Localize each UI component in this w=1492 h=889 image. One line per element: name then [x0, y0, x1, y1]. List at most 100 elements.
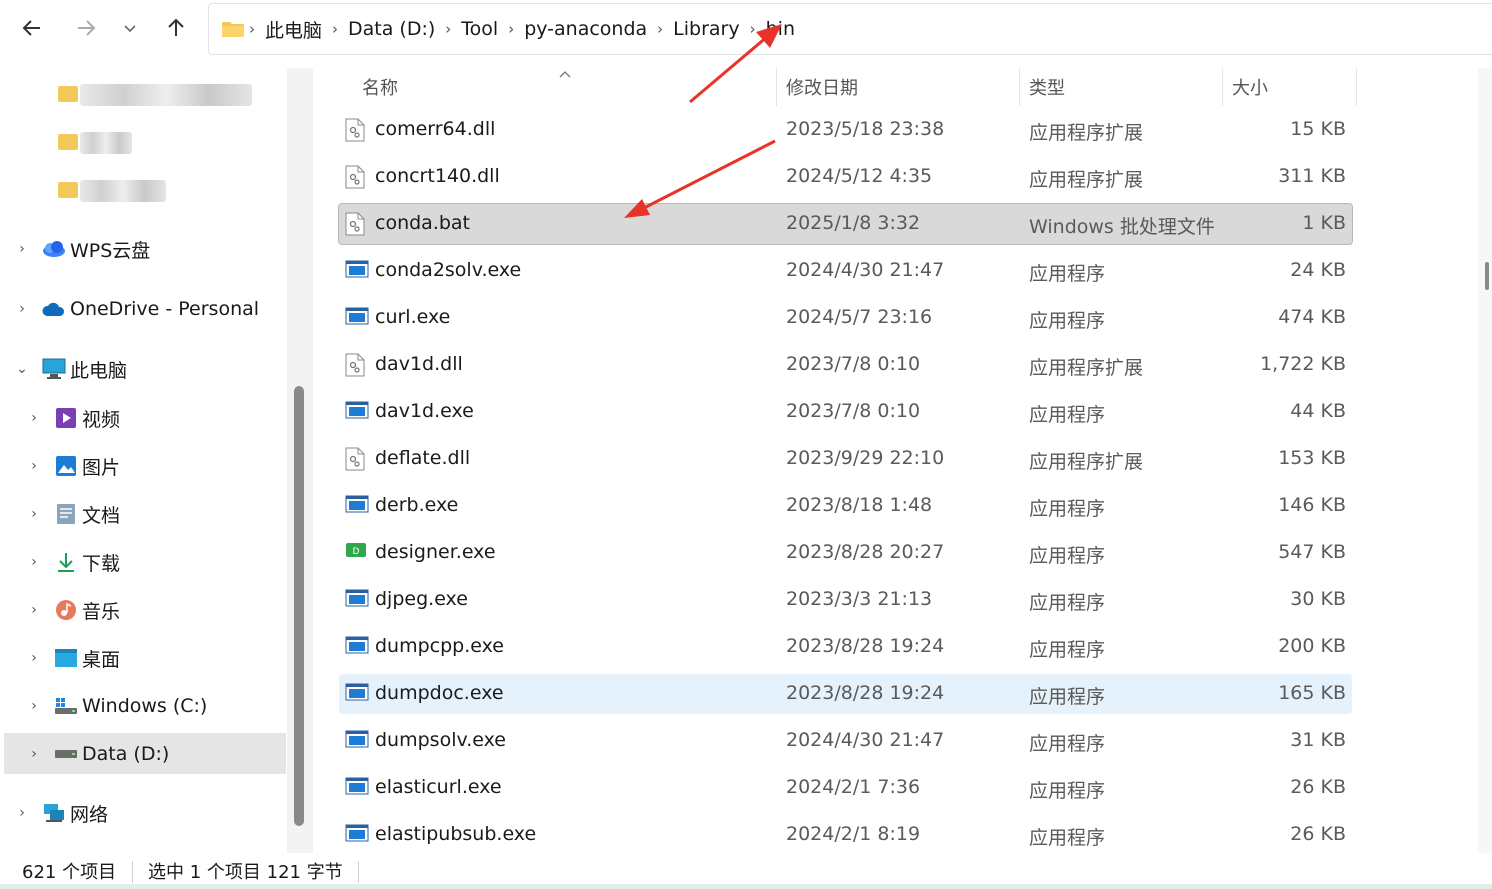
- sidebar-item-network[interactable]: › 网络: [12, 793, 108, 833]
- blurred-item[interactable]: [80, 180, 166, 202]
- chevron-right-icon[interactable]: ›: [24, 554, 44, 570]
- file-row[interactable]: curl.exe 2024/5/7 23:16 应用程序 474 KB: [339, 298, 1352, 338]
- designer-icon: D: [345, 541, 367, 565]
- file-type: 应用程序: [1029, 780, 1106, 802]
- file-row[interactable]: dumpsolv.exe 2024/4/30 21:47 应用程序 31 KB: [339, 721, 1352, 761]
- chevron-right-icon[interactable]: ›: [12, 805, 32, 821]
- file-name: dav1d.dll: [375, 353, 463, 375]
- sidebar-item-label: Windows (C:): [82, 695, 208, 717]
- file-row[interactable]: dav1d.exe 2023/7/8 0:10 应用程序 44 KB: [339, 392, 1352, 432]
- sidebar-item-documents[interactable]: › 文档: [24, 494, 120, 534]
- file-row[interactable]: dumpdoc.exe 2023/8/28 19:24 应用程序 165 KB: [339, 674, 1352, 714]
- sidebar-item-label: 此电脑: [70, 359, 128, 382]
- breadcrumb-this-pc[interactable]: 此电脑: [265, 16, 322, 43]
- chevron-right-icon: ›: [249, 20, 255, 38]
- chevron-right-icon[interactable]: ›: [508, 20, 514, 38]
- file-row[interactable]: derb.exe 2023/8/18 1:48 应用程序 146 KB: [339, 486, 1352, 526]
- address-bar[interactable]: › 此电脑 › Data (D:) › Tool › py-anaconda ›…: [208, 3, 1492, 55]
- file-row[interactable]: elasticurl.exe 2024/2/1 7:36 应用程序 26 KB: [339, 768, 1352, 808]
- status-divider: [132, 861, 133, 883]
- column-header-size[interactable]: 大小: [1232, 68, 1352, 106]
- file-name: elastipubsub.exe: [375, 823, 537, 845]
- file-row[interactable]: conda.bat 2025/1/8 3:32 Windows 批处理文件 1 KB: [338, 203, 1353, 245]
- file-row[interactable]: djpeg.exe 2023/3/3 21:13 应用程序 30 KB: [339, 580, 1352, 620]
- chevron-right-icon[interactable]: ›: [24, 410, 44, 426]
- file-row[interactable]: dav1d.dll 2023/7/8 0:10 应用程序扩展 1,722 KB: [339, 345, 1352, 385]
- chevron-right-icon[interactable]: ›: [24, 650, 44, 666]
- dll-icon: [345, 118, 367, 142]
- breadcrumb-data-drive[interactable]: Data (D:): [348, 18, 435, 40]
- column-header-type[interactable]: 类型: [1029, 68, 1219, 106]
- file-list-scrollbar-thumb[interactable]: [1485, 262, 1489, 290]
- breadcrumb-bin[interactable]: bin: [766, 18, 795, 40]
- column-header-date[interactable]: 修改日期: [786, 68, 1016, 106]
- file-date: 2023/5/18 23:38: [786, 118, 945, 140]
- column-header-name[interactable]: 名称: [362, 68, 772, 106]
- file-size: 153 KB: [1278, 447, 1346, 469]
- breadcrumb-py-anaconda[interactable]: py-anaconda: [524, 18, 647, 40]
- file-row[interactable]: elastipubsub.exe 2024/2/1 8:19 应用程序 26 KB: [339, 815, 1352, 855]
- sidebar-item-downloads[interactable]: › 下载: [24, 542, 120, 582]
- file-type: 应用程序: [1029, 498, 1106, 520]
- sidebar-item-label: 网络: [70, 803, 109, 826]
- file-row[interactable]: Ddesigner.exe 2023/8/28 20:27 应用程序 547 KB: [339, 533, 1352, 573]
- chevron-right-icon[interactable]: ›: [12, 301, 32, 317]
- file-name: dumpcpp.exe: [375, 635, 504, 657]
- chevron-right-icon[interactable]: ›: [24, 506, 44, 522]
- arrow-left-icon[interactable]: [14, 10, 50, 46]
- file-date: 2023/8/18 1:48: [786, 494, 933, 516]
- file-size: 146 KB: [1278, 494, 1346, 516]
- arrow-up-icon[interactable]: [158, 10, 194, 46]
- file-type: 应用程序: [1029, 404, 1106, 426]
- file-row[interactable]: deflate.dll 2023/9/29 22:10 应用程序扩展 153 KB: [339, 439, 1352, 479]
- sidebar-item-windows-c[interactable]: › Windows (C:): [24, 686, 207, 726]
- chevron-right-icon[interactable]: ›: [24, 698, 44, 714]
- chevron-right-icon[interactable]: ›: [24, 602, 44, 618]
- file-size: 1,722 KB: [1260, 353, 1346, 375]
- file-row[interactable]: concrt140.dll 2024/5/12 4:35 应用程序扩展 311 KB: [339, 157, 1352, 197]
- sidebar-item-music[interactable]: › 音乐: [24, 590, 120, 630]
- file-name: concrt140.dll: [375, 165, 500, 187]
- chevron-down-icon[interactable]: ⌄: [12, 361, 32, 377]
- status-divider: [358, 861, 359, 883]
- chevron-right-icon[interactable]: ›: [24, 458, 44, 474]
- blurred-item[interactable]: [80, 84, 252, 106]
- sidebar-item-onedrive[interactable]: › OneDrive - Personal: [12, 289, 259, 329]
- column-divider[interactable]: [1222, 68, 1223, 106]
- music-icon: [54, 598, 78, 622]
- chevron-right-icon[interactable]: ›: [24, 746, 44, 762]
- file-size: 165 KB: [1278, 682, 1346, 704]
- chevron-right-icon[interactable]: ›: [750, 20, 756, 38]
- file-row[interactable]: conda2solv.exe 2024/4/30 21:47 应用程序 24 KB: [339, 251, 1352, 291]
- blurred-item[interactable]: [80, 132, 132, 154]
- file-name: dumpdoc.exe: [375, 682, 504, 704]
- arrow-right-icon[interactable]: [68, 10, 104, 46]
- sidebar-item-videos[interactable]: › 视频: [24, 398, 120, 438]
- file-name: conda.bat: [375, 212, 471, 234]
- exe-icon: [345, 729, 369, 753]
- sidebar-item-data-d[interactable]: › Data (D:): [4, 733, 286, 774]
- file-row[interactable]: comerr64.dll 2023/5/18 23:38 应用程序扩展 15 KB: [339, 110, 1352, 150]
- wps-cloud-icon: [42, 237, 66, 261]
- file-size: 44 KB: [1290, 400, 1346, 422]
- column-divider[interactable]: [776, 68, 777, 106]
- file-list-scrollbar-track[interactable]: [1478, 68, 1492, 853]
- column-divider[interactable]: [1019, 68, 1020, 106]
- chevron-right-icon[interactable]: ›: [332, 20, 338, 38]
- folder-icon: [58, 182, 78, 198]
- sidebar-item-this-pc[interactable]: ⌄ 此电脑: [12, 349, 127, 389]
- sidebar-item-wps-cloud[interactable]: › WPS云盘: [12, 229, 150, 269]
- sidebar-item-desktop[interactable]: › 桌面: [24, 638, 120, 678]
- file-type: 应用程序扩展: [1029, 169, 1144, 191]
- dll-icon: [345, 447, 367, 471]
- breadcrumb-tool[interactable]: Tool: [461, 18, 498, 40]
- chevron-right-icon[interactable]: ›: [657, 20, 663, 38]
- breadcrumb-library[interactable]: Library: [673, 18, 739, 40]
- sidebar-scrollbar-thumb[interactable]: [294, 386, 304, 826]
- column-divider[interactable]: [1356, 68, 1357, 106]
- chevron-right-icon[interactable]: ›: [12, 241, 32, 257]
- chevron-right-icon[interactable]: ›: [445, 20, 451, 38]
- sidebar-item-pictures[interactable]: › 图片: [24, 446, 120, 486]
- chevron-down-icon[interactable]: [112, 10, 148, 46]
- file-row[interactable]: dumpcpp.exe 2023/8/28 19:24 应用程序 200 KB: [339, 627, 1352, 667]
